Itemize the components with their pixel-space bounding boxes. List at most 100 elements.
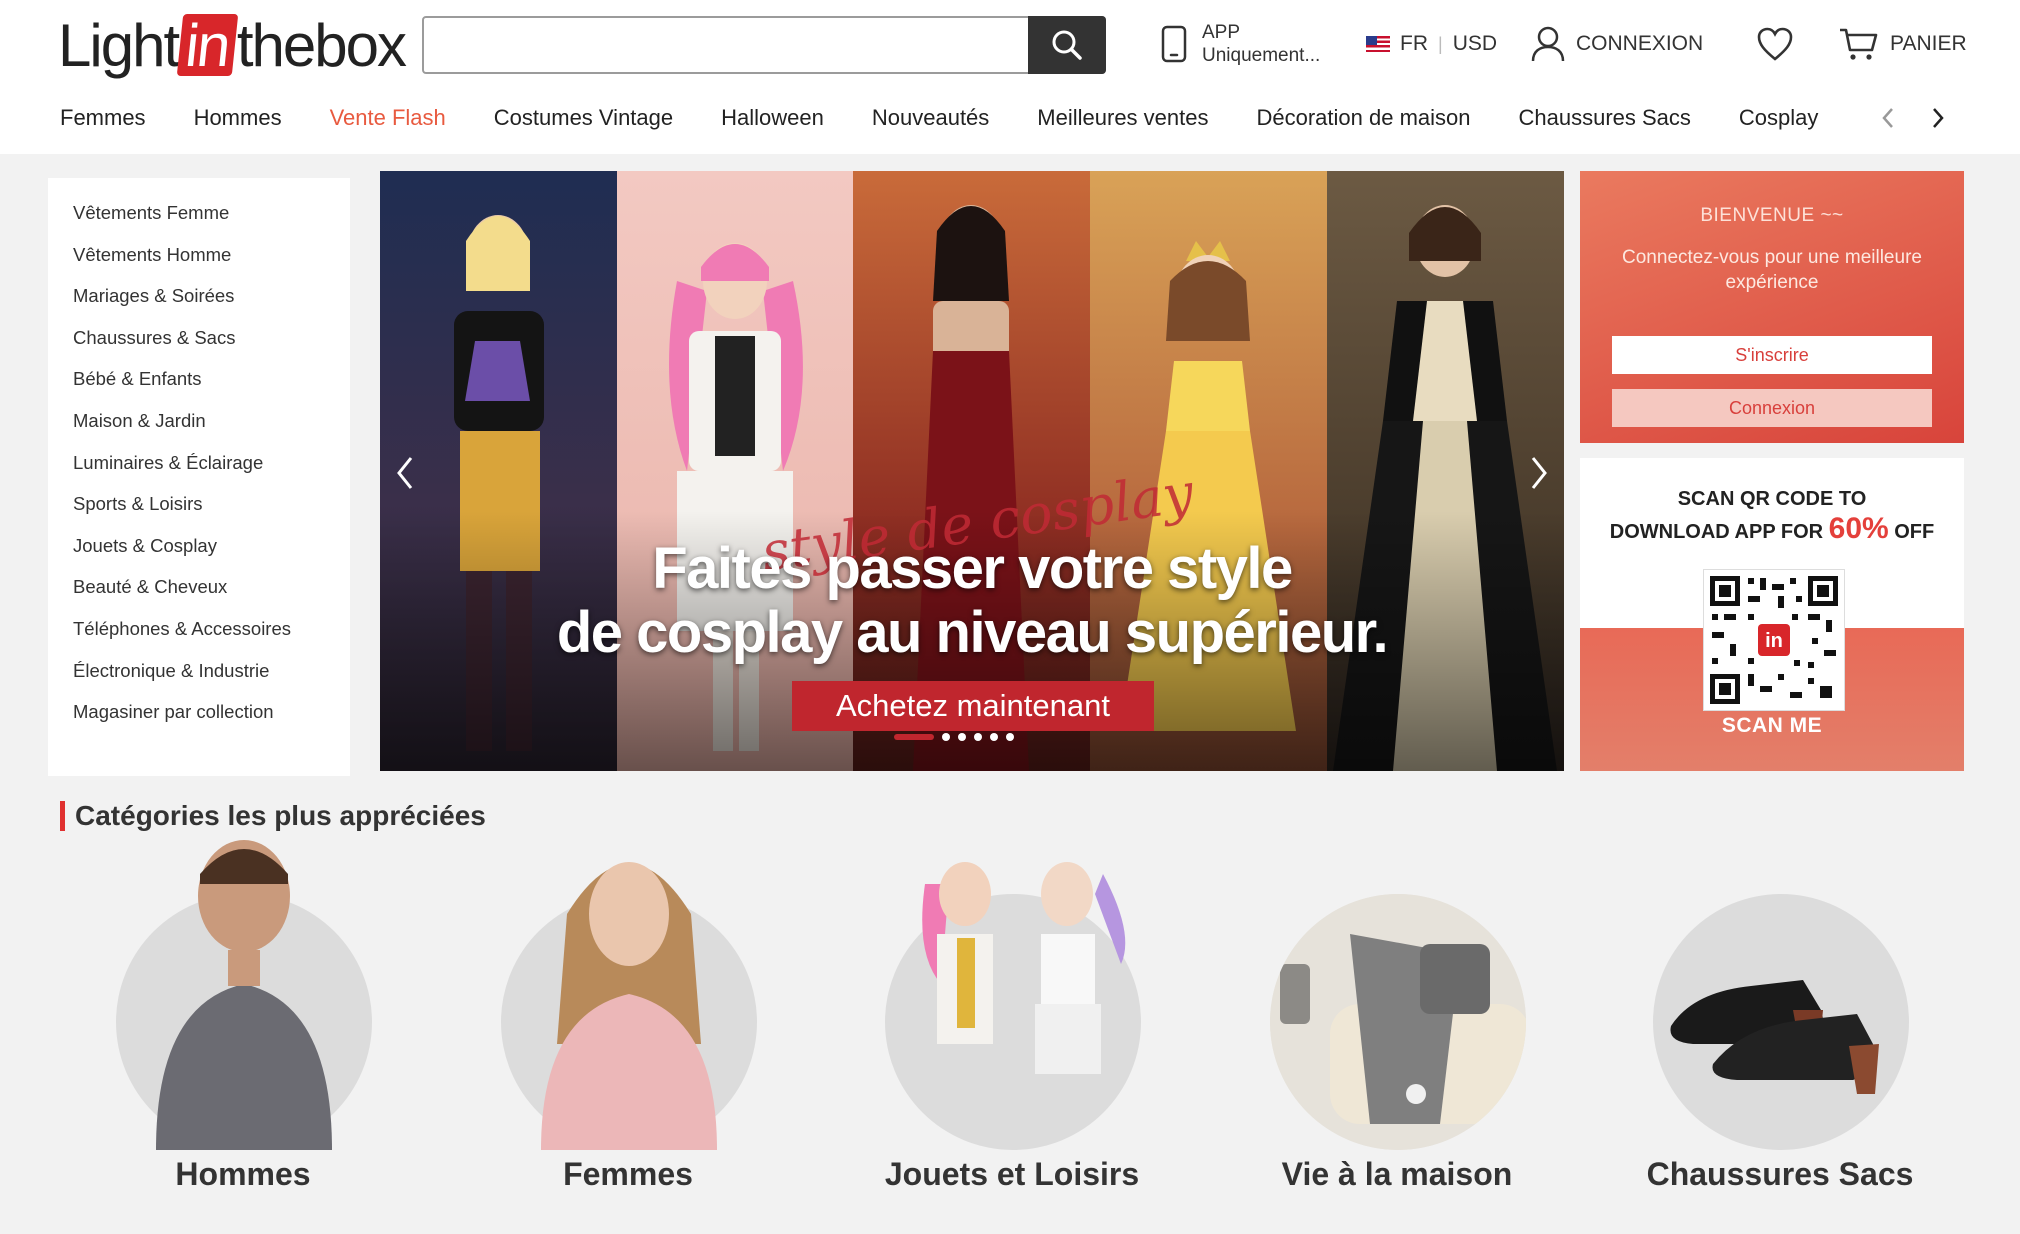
nav-item-meilleures-ventes[interactable]: Meilleures ventes xyxy=(1037,105,1208,131)
user-icon xyxy=(1531,26,1565,62)
nav-item-vente-flash[interactable]: Vente Flash xyxy=(330,105,446,131)
app-qr-panel: SCAN QR CODE TO DOWNLOAD APP FOR 60% OFF… xyxy=(1580,458,1964,771)
sidebar-item-beaute[interactable]: Beauté & Cheveux xyxy=(48,566,350,608)
banner-dot[interactable] xyxy=(1006,733,1014,741)
category-image xyxy=(885,862,1141,1150)
banner-dot[interactable] xyxy=(942,733,950,741)
sidebar-item-electronique[interactable]: Électronique & Industrie xyxy=(48,650,350,692)
search-bar xyxy=(422,16,1106,74)
search-button[interactable] xyxy=(1028,16,1106,74)
app-label-line1: APP xyxy=(1202,22,1241,43)
divider: | xyxy=(1438,33,1443,54)
logo-in-box: in xyxy=(176,12,239,79)
category-card-jouets[interactable]: Jouets et Loisirs xyxy=(837,860,1141,1220)
qr-line2-prefix: DOWNLOAD APP FOR xyxy=(1609,521,1829,543)
cart-label: PANIER xyxy=(1890,32,1967,55)
qr-discount-percent: 60% xyxy=(1828,512,1889,545)
sidebar-item-collection[interactable]: Magasiner par collection xyxy=(48,691,350,733)
wishlist-button[interactable] xyxy=(1756,26,1794,62)
banner-headline-line1: Faites passer votre style xyxy=(652,536,1293,601)
chevron-left-icon xyxy=(397,457,413,489)
chevron-right-icon xyxy=(1531,457,1547,489)
qr-center-badge: in xyxy=(1765,630,1783,652)
category-label: Femmes xyxy=(563,1156,693,1192)
logo-suffix: thebox xyxy=(236,11,407,79)
login-link[interactable]: CONNEXION xyxy=(1530,24,1703,64)
chevron-left-icon xyxy=(1882,108,1893,128)
site-logo[interactable]: Light in thebox xyxy=(58,10,407,80)
welcome-title: BIENVENUE ~~ xyxy=(1700,205,1844,226)
language-label: FR xyxy=(1400,32,1428,55)
nav-item-costumes-vintage[interactable]: Costumes Vintage xyxy=(494,105,673,131)
sidebar-item-vetements-femme[interactable]: Vêtements Femme xyxy=(48,192,350,234)
qr-line2: DOWNLOAD APP FOR 60% OFF xyxy=(1580,512,1964,546)
shop-now-button[interactable]: Achetez maintenant xyxy=(792,681,1154,731)
banner-pagination xyxy=(894,731,1014,743)
language-currency-selector[interactable]: FR | USD xyxy=(1366,28,1497,60)
app-download-link[interactable]: APP Uniquement... xyxy=(1160,18,1334,70)
nav-scroll-right[interactable] xyxy=(1924,104,1952,132)
nav-item-nouveautes[interactable]: Nouveautés xyxy=(872,105,989,131)
nav-item-chaussures-sacs[interactable]: Chaussures Sacs xyxy=(1519,105,1691,131)
sidebar-item-chaussures[interactable]: Chaussures & Sacs xyxy=(48,317,350,359)
category-card-femmes[interactable]: Femmes xyxy=(453,860,757,1220)
category-card-maison[interactable]: Vie à la maison xyxy=(1222,860,1526,1220)
qr-line1: SCAN QR CODE TO xyxy=(1677,488,1867,510)
category-image xyxy=(1270,894,1526,1150)
banner-dot[interactable] xyxy=(974,733,982,741)
category-image xyxy=(501,862,757,1150)
nav-item-hommes[interactable]: Hommes xyxy=(194,105,282,131)
scan-me-label: SCAN ME xyxy=(1721,714,1823,737)
category-card-chaussures[interactable]: Chaussures Sacs xyxy=(1605,860,1913,1220)
search-icon xyxy=(1052,30,1082,60)
category-image xyxy=(1653,894,1909,1150)
welcome-panel: BIENVENUE ~~ Connectez-vous pour une mei… xyxy=(1580,171,1964,443)
search-input[interactable] xyxy=(424,18,1028,72)
category-sidebar: Vêtements Femme Vêtements Homme Mariages… xyxy=(48,178,350,776)
logo-prefix: Light xyxy=(58,11,180,79)
sidebar-item-luminaires[interactable]: Luminaires & Éclairage xyxy=(48,442,350,484)
nav-item-femmes[interactable]: Femmes xyxy=(60,105,146,131)
nav-item-decoration[interactable]: Décoration de maison xyxy=(1256,105,1470,131)
nav-item-cosplay[interactable]: Cosplay xyxy=(1739,105,1818,131)
banner-dot[interactable] xyxy=(990,733,998,741)
banner-dot-active[interactable] xyxy=(894,734,934,740)
phone-icon xyxy=(1161,25,1187,63)
app-label: APP Uniquement... xyxy=(1202,21,1334,67)
currency-label: USD xyxy=(1452,32,1498,55)
category-label: Vie à la maison xyxy=(1281,1156,1513,1192)
heart-icon xyxy=(1757,27,1793,61)
login-label: CONNEXION xyxy=(1576,32,1704,55)
chevron-right-icon xyxy=(1933,108,1944,128)
category-image xyxy=(116,840,372,1150)
sidebar-item-jouets[interactable]: Jouets & Cosplay xyxy=(48,525,350,567)
cart-icon xyxy=(1840,28,1878,60)
category-label: Chaussures Sacs xyxy=(1646,1156,1914,1192)
nav-scroll-left[interactable] xyxy=(1874,104,1902,132)
main-nav: Femmes Hommes Vente Flash Costumes Vinta… xyxy=(60,98,1866,138)
banner-prev-button[interactable] xyxy=(380,441,430,505)
category-label: Hommes xyxy=(175,1156,311,1192)
hero-banner[interactable]: style de cosplay Faites passer votre sty… xyxy=(380,171,1564,771)
signup-button[interactable]: S'inscrire xyxy=(1612,336,1932,374)
nav-item-halloween[interactable]: Halloween xyxy=(721,105,824,131)
banner-dot[interactable] xyxy=(958,733,966,741)
banner-next-button[interactable] xyxy=(1514,441,1564,505)
category-label: Jouets et Loisirs xyxy=(884,1156,1140,1192)
site-header: Light in thebox APP Uniquement... FR | USD… xyxy=(0,0,2020,154)
sidebar-item-mariages[interactable]: Mariages & Soirées xyxy=(48,275,350,317)
categories-heading: Catégories les plus appréciées xyxy=(60,800,486,832)
sidebar-item-maison[interactable]: Maison & Jardin xyxy=(48,400,350,442)
app-label-line2: Uniquement... xyxy=(1202,45,1321,66)
qr-line2-suffix: OFF xyxy=(1888,521,1935,543)
sidebar-item-sports[interactable]: Sports & Loisirs xyxy=(48,483,350,525)
sidebar-item-telephones[interactable]: Téléphones & Accessoires xyxy=(48,608,350,650)
login-button[interactable]: Connexion xyxy=(1612,389,1932,427)
welcome-subtitle: Connectez-vous pour une meilleure expéri… xyxy=(1622,247,1922,293)
sidebar-item-bebe[interactable]: Bébé & Enfants xyxy=(48,358,350,400)
qr-code-image: in xyxy=(1704,570,1844,710)
us-flag-icon xyxy=(1366,36,1390,52)
sidebar-item-vetements-homme[interactable]: Vêtements Homme xyxy=(48,234,350,276)
category-card-hommes[interactable]: Hommes xyxy=(68,840,372,1220)
cart-link[interactable]: PANIER xyxy=(1838,24,1967,64)
